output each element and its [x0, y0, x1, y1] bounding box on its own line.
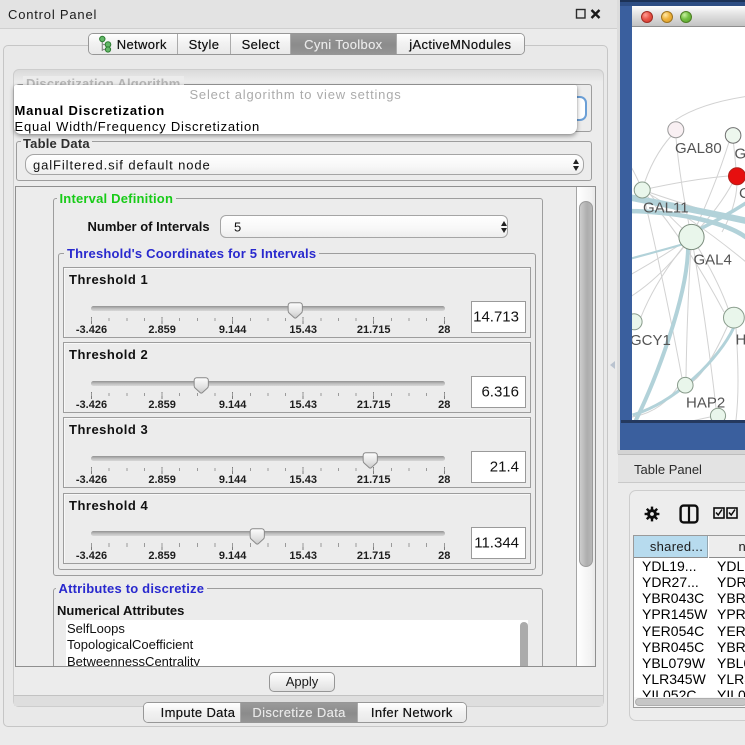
- svg-text:H: H: [735, 332, 745, 349]
- svg-text:GAL11: GAL11: [643, 200, 689, 217]
- svg-text:GCY1: GCY1: [632, 332, 671, 349]
- svg-text:GAL: GAL: [734, 146, 745, 163]
- svg-text:C: C: [739, 185, 745, 202]
- svg-text:GAL4: GAL4: [693, 252, 731, 269]
- svg-text:GAL80: GAL80: [675, 140, 722, 157]
- svg-text:HAP2: HAP2: [686, 395, 725, 412]
